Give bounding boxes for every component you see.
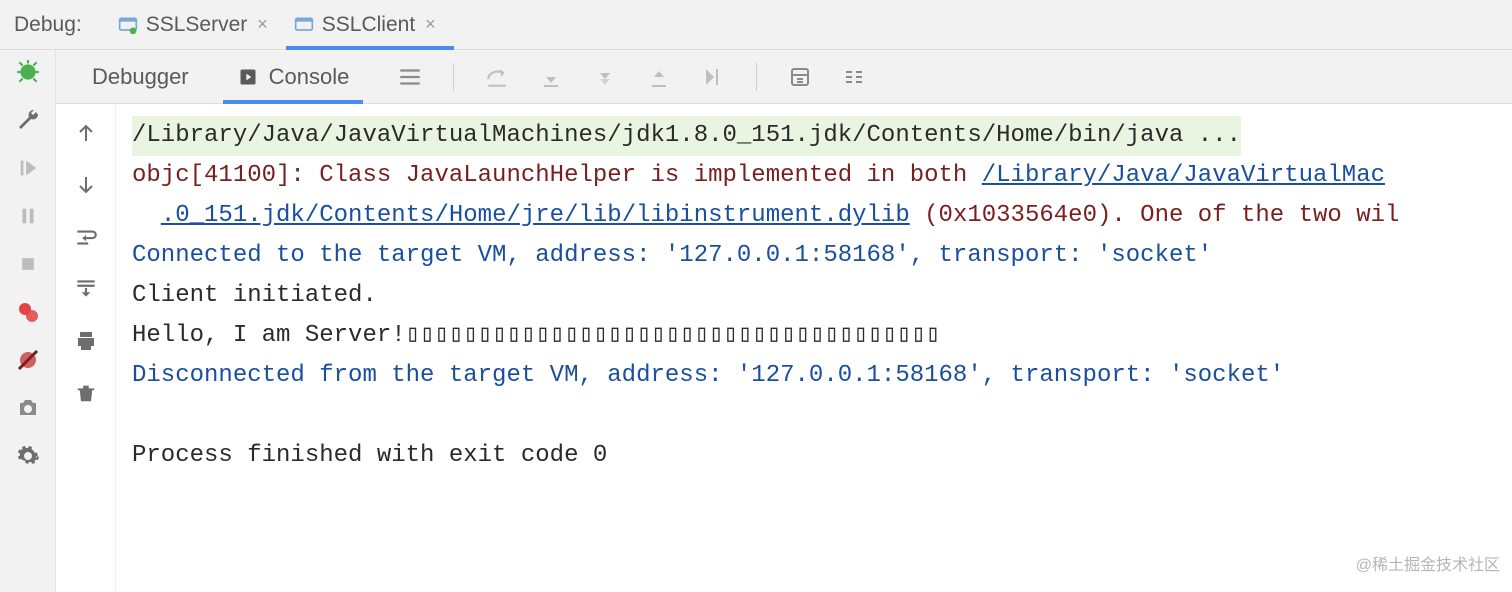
down-arrow-icon[interactable] [71, 170, 101, 200]
step-into-icon[interactable] [536, 62, 566, 92]
top-run-tabs-bar: Debug: SSLServer × SSLClient × [0, 0, 1512, 50]
debug-actions-gutter [0, 50, 56, 592]
console-objc-line-2: .0_151.jdk/Contents/Home/jre/lib/libinst… [132, 202, 1399, 229]
pause-icon[interactable] [14, 202, 42, 230]
console-link[interactable]: .0_151.jdk/Contents/Home/jre/lib/libinst… [161, 202, 910, 229]
run-tab-label: SSLClient [322, 13, 415, 37]
debug-label: Debug: [14, 13, 82, 37]
run-to-cursor-icon[interactable] [698, 62, 728, 92]
toolbar-separator [453, 63, 454, 91]
bug-icon[interactable] [14, 58, 42, 86]
step-toolbar [395, 62, 869, 92]
application-icon [294, 15, 314, 35]
trash-icon[interactable] [71, 378, 101, 408]
step-out-icon[interactable] [644, 62, 674, 92]
debug-panel-body: Debugger Console [0, 50, 1512, 592]
step-over-icon[interactable] [482, 62, 512, 92]
resume-icon[interactable] [14, 154, 42, 182]
tab-debugger[interactable]: Debugger [78, 50, 203, 103]
watermark: @稀土掘金技术社区 [1356, 546, 1500, 586]
trace-current-stream-chain-icon[interactable] [839, 62, 869, 92]
inner-tab-label: Debugger [92, 64, 189, 90]
inner-tab-label: Console [269, 64, 350, 90]
evaluate-expression-icon[interactable] [785, 62, 815, 92]
run-tab-label: SSLServer [146, 13, 248, 37]
close-icon[interactable]: × [257, 14, 268, 35]
mute-breakpoints-icon[interactable] [14, 346, 42, 374]
console-body: /Library/Java/JavaVirtualMachines/jdk1.8… [56, 104, 1512, 592]
console-vm-connect: Connected to the target VM, address: '12… [132, 242, 1212, 269]
scroll-to-end-icon[interactable] [71, 274, 101, 304]
show-execution-point-icon[interactable] [395, 62, 425, 92]
settings-icon[interactable] [14, 442, 42, 470]
console-vm-disconnect: Disconnected from the target VM, address… [132, 362, 1284, 389]
force-step-into-icon[interactable] [590, 62, 620, 92]
wrench-icon[interactable] [14, 106, 42, 134]
console-command-line: /Library/Java/JavaVirtualMachines/jdk1.8… [132, 116, 1241, 156]
console-actions-gutter [56, 104, 116, 592]
up-arrow-icon[interactable] [71, 118, 101, 148]
inner-tab-bar: Debugger Console [56, 50, 1512, 104]
camera-icon[interactable] [14, 394, 42, 422]
debug-right-area: Debugger Console [56, 50, 1512, 592]
run-tab-sslclient[interactable]: SSLClient × [286, 0, 454, 49]
soft-wrap-icon[interactable] [71, 222, 101, 252]
console-output[interactable]: /Library/Java/JavaVirtualMachines/jdk1.8… [116, 104, 1512, 592]
run-tab-sslserver[interactable]: SSLServer × [110, 0, 286, 49]
close-icon[interactable]: × [425, 14, 436, 35]
tab-console[interactable]: Console [223, 50, 364, 103]
application-icon [118, 15, 138, 35]
console-hello-line: Hello, I am Server!▯▯▯▯▯▯▯▯▯▯▯▯▯▯▯▯▯▯▯▯▯… [132, 322, 940, 349]
console-link[interactable]: /Library/Java/JavaVirtualMac [982, 162, 1385, 189]
breakpoints-icon[interactable] [14, 298, 42, 326]
toolbar-separator [756, 63, 757, 91]
console-exit-line: Process finished with exit code 0 [132, 442, 607, 469]
stop-icon[interactable] [14, 250, 42, 278]
console-client-line: Client initiated. [132, 282, 377, 309]
print-icon[interactable] [71, 326, 101, 356]
console-objc-line: objc[41100]: Class JavaLaunchHelper is i… [132, 162, 1385, 189]
play-icon [237, 66, 259, 88]
